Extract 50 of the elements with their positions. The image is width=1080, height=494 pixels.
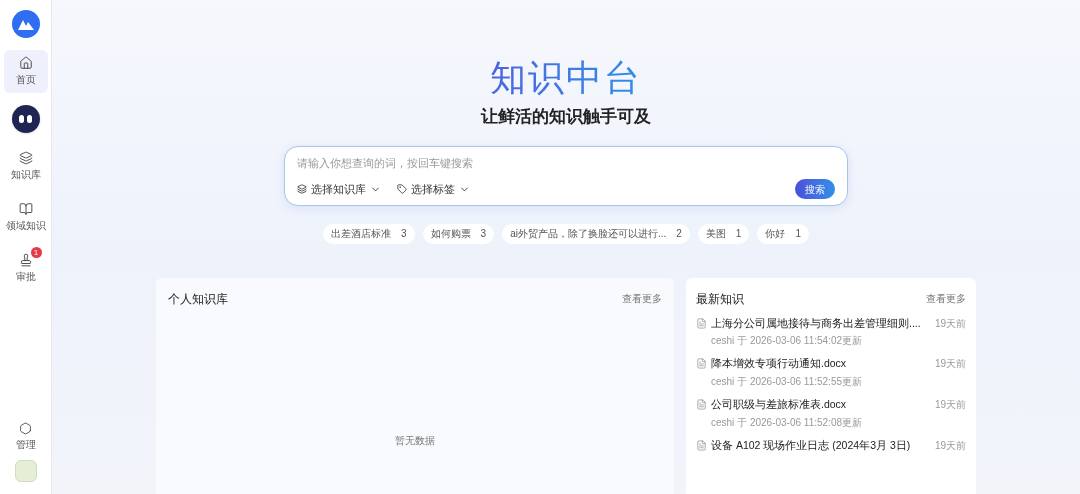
empty-state-text: 暂无数据 [395,434,435,449]
hexagon-settings-icon [19,422,32,435]
relative-time: 19天前 [934,357,966,372]
filter-dropdown[interactable]: 选择知识库 [297,180,381,198]
hot-search-tag[interactable]: ai外贸产品，除了换脸还可以进行... 2 [502,223,690,244]
hot-search-tag[interactable]: 如何购票 3 [422,223,495,244]
home-icon [18,56,33,70]
sidebar-item[interactable]: 首页 [3,50,48,93]
document-name: 公司职级与差旅标准表.docx [711,397,847,412]
document-icon [696,317,707,329]
hot-search-tag[interactable]: 美图 1 [697,223,750,244]
tag-icon [397,184,407,194]
filter-dropdown[interactable]: 选择标签 [397,180,470,198]
sidebar-item[interactable]: 知识库 [3,145,48,188]
notification-badge: 1 [30,247,42,258]
manage-button[interactable]: 管理 [15,422,36,452]
card-title: 个人知识库 [168,290,228,308]
hot-search-tag[interactable]: 出差酒店标准 3 [323,223,415,244]
sidebar-item[interactable]: 审批 1 [3,247,48,290]
view-more-link[interactable]: 查看更多 [622,291,662,306]
view-more-link[interactable]: 查看更多 [926,291,966,306]
relative-time: 19天前 [934,398,966,412]
robot-avatar-icon[interactable] [11,105,40,133]
sidebar-item[interactable]: 领域知识 [3,196,48,239]
hot-search-tag[interactable]: 你好 1 [757,223,809,244]
document-name: 设备 A102 现场作业日志 (2024年3月 3日) [711,437,911,453]
document-icon [696,358,707,370]
search-input[interactable]: 请输入你想查询的词，按回车键搜索 [297,154,835,171]
update-info: ceshi 于 2026-03-06 11:52:55更新 [711,375,863,389]
card-title: 最新知识 [696,290,744,308]
layers-icon [18,151,33,165]
relative-time: 19天前 [934,316,966,331]
book-icon [18,202,33,216]
knowledge-list-item[interactable]: 降本增效专项行动通知.docx 19天前 ceshi 于 2026-03-06 11:52:55更新 [696,356,966,389]
knowledge-list-item[interactable]: 设备 A102 现场作业日志 (2024年3月 3日) 19天前 [696,437,966,454]
relative-time: 19天前 [934,438,966,453]
page-subtitle: 让鲜活的知识触手可及 [481,106,651,128]
document-name: 降本增效专项行动通知.docx [711,356,847,372]
knowledge-list-item[interactable]: 公司职级与差旅标准表.docx 19天前 ceshi 于 2026-03-06 11:52:08更新 [696,397,966,430]
document-icon [696,439,707,451]
search-button[interactable]: 搜索 [795,179,835,199]
update-info: ceshi 于 2026-03-06 11:54:02更新 [711,334,863,349]
stamp-icon [18,253,33,267]
knowledge-list-item[interactable]: 上海分公司属地接待与商务出差管理细则.... 19天前 ceshi 于 2026-03-06 11:54:02更新 [696,315,966,349]
document-name: 上海分公司属地接待与商务出差管理细则.... [711,315,921,331]
layers-icon [297,184,307,194]
mountain-logo-icon[interactable] [11,10,40,38]
document-icon [696,399,707,410]
search-field[interactable]: 请输入你想查询的词，按回车键搜索 选择知识库 选择标签 搜索 [284,145,848,206]
update-info: ceshi 于 2026-03-06 11:52:08更新 [711,415,863,430]
